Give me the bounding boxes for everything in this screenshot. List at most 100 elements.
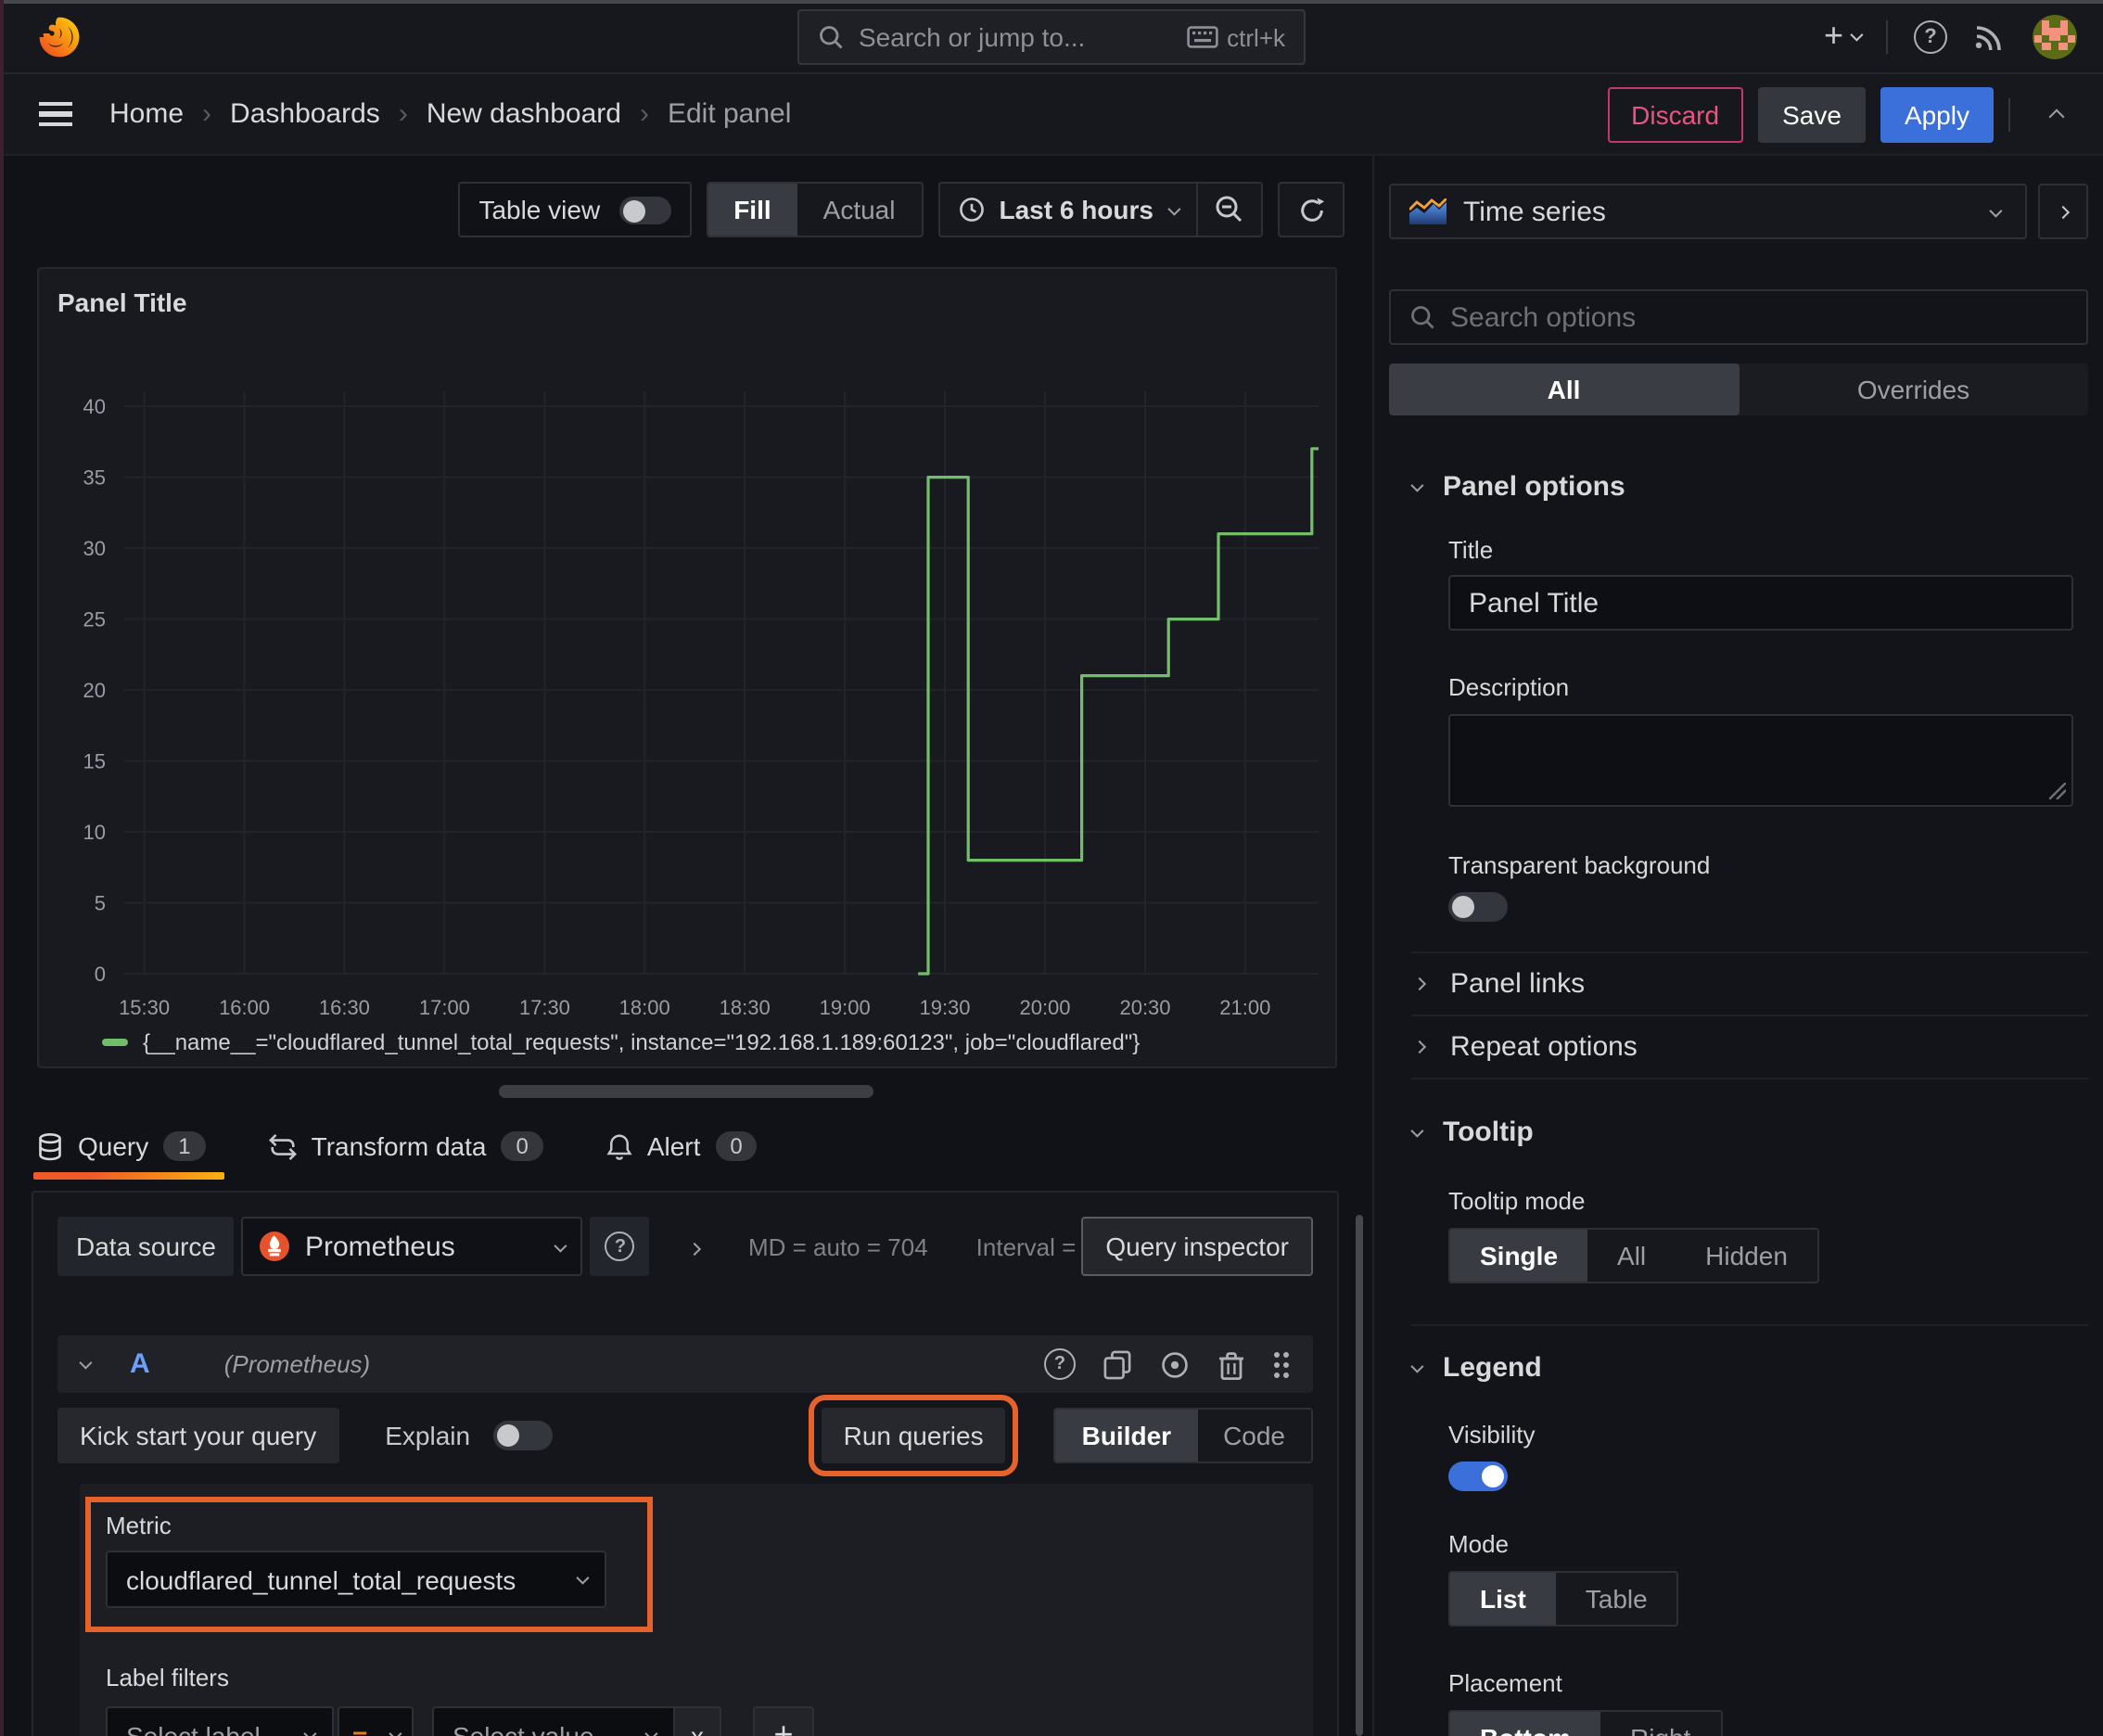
breadcrumb-home[interactable]: Home	[109, 98, 184, 130]
description-textarea[interactable]	[1448, 714, 2073, 807]
panel-title-input[interactable]: Panel Title	[1448, 575, 2073, 631]
select-value-dropdown[interactable]: Select value	[432, 1706, 673, 1736]
alert-count-badge: 0	[715, 1131, 758, 1161]
tooltip-mode-all[interactable]: All	[1587, 1230, 1676, 1282]
query-count-badge: 1	[163, 1131, 206, 1161]
new-button[interactable]: +	[1824, 17, 1864, 56]
delete-query-icon[interactable]	[1218, 1349, 1244, 1379]
tooltip-section-header[interactable]: Tooltip	[1410, 1117, 2088, 1148]
tab-all[interactable]: All	[1389, 364, 1739, 415]
tab-transform-data[interactable]: Transform data 0	[268, 1131, 543, 1176]
collapse-options-pane-icon[interactable]	[2036, 90, 2077, 138]
breadcrumb-new-dashboard[interactable]: New dashboard	[427, 98, 621, 130]
search-placeholder: Search or jump to...	[859, 22, 1086, 52]
explain-label: Explain	[385, 1421, 471, 1450]
panel-resize-handle[interactable]	[499, 1085, 873, 1098]
series-color-swatch[interactable]	[102, 1039, 128, 1046]
svg-text:21:00: 21:00	[1219, 996, 1270, 1019]
tab-query[interactable]: Query 1	[33, 1131, 224, 1180]
zoom-out-button[interactable]	[1198, 184, 1261, 236]
options-search-input[interactable]: Search options	[1389, 289, 2088, 345]
discard-button[interactable]: Discard	[1607, 86, 1744, 142]
legend-mode-list[interactable]: List	[1450, 1573, 1556, 1625]
all-overrides-tabs: All Overrides	[1389, 364, 2088, 415]
explain-toggle[interactable]	[492, 1421, 553, 1450]
panel-links-section[interactable]: Panel links	[1411, 953, 2088, 1015]
code-option[interactable]: Code	[1197, 1410, 1311, 1462]
legend-placement-right[interactable]: Right	[1600, 1712, 1720, 1736]
time-range-picker[interactable]: Last 6 hours	[940, 195, 1197, 224]
builder-option[interactable]: Builder	[1055, 1410, 1198, 1462]
breadcrumb-edit-panel: Edit panel	[667, 98, 792, 130]
datasource-help-button[interactable]: ?	[590, 1217, 650, 1276]
query-actions-row: Kick start your query Explain Run querie…	[57, 1395, 1313, 1476]
resize-grip-icon[interactable]	[2049, 783, 2066, 799]
metric-select[interactable]: cloudflared_tunnel_total_requests	[106, 1551, 606, 1608]
apply-button[interactable]: Apply	[1880, 86, 1994, 142]
tab-overrides[interactable]: Overrides	[1739, 364, 2088, 415]
series-legend-label[interactable]: {__name__="cloudflared_tunnel_total_requ…	[143, 1029, 1140, 1055]
transform-count-badge: 0	[501, 1131, 543, 1161]
breadcrumb-separator: ›	[639, 98, 649, 130]
run-queries-button[interactable]: Run queries	[808, 1395, 1019, 1476]
legend-mode-table[interactable]: Table	[1556, 1573, 1677, 1625]
menu-icon[interactable]	[39, 102, 72, 126]
transparent-background-toggle[interactable]	[1448, 892, 1508, 922]
svg-text:15:30: 15:30	[119, 996, 170, 1019]
grafana-logo-icon[interactable]	[37, 14, 82, 58]
global-search-input[interactable]: Search or jump to... ctrl+k	[797, 9, 1306, 65]
query-help-icon[interactable]: ?	[1044, 1348, 1076, 1380]
actual-option[interactable]: Actual	[797, 184, 922, 236]
help-icon[interactable]: ?	[1914, 19, 1947, 53]
panel-options-pane: Time series Search options All Overrides…	[1372, 156, 2103, 1736]
table-view-toggle[interactable]	[618, 196, 671, 223]
legend-visibility-toggle[interactable]	[1448, 1462, 1508, 1491]
operator-dropdown[interactable]: =	[338, 1706, 414, 1736]
tooltip-mode-hidden[interactable]: Hidden	[1676, 1230, 1817, 1282]
visualization-picker[interactable]: Time series	[1389, 184, 2027, 239]
tooltip-mode-single[interactable]: Single	[1450, 1230, 1588, 1282]
hide-response-eye-icon[interactable]	[1159, 1349, 1191, 1379]
duplicate-query-icon[interactable]	[1103, 1349, 1131, 1379]
kick-start-query-button[interactable]: Kick start your query	[57, 1408, 339, 1463]
table-view-control[interactable]: Table view	[458, 182, 692, 237]
legend-section-header[interactable]: Legend	[1410, 1352, 2088, 1384]
tab-alert-label: Alert	[646, 1131, 701, 1161]
query-a-header[interactable]: A (Prometheus) ?	[57, 1335, 1313, 1393]
add-filter-button[interactable]: +	[753, 1706, 814, 1736]
user-avatar[interactable]	[2033, 14, 2077, 58]
panel-view-toolbar: Table view Fill Actual Last 6 hours	[0, 182, 1345, 237]
query-options-toggle-icon[interactable]	[688, 1230, 703, 1263]
select-label-dropdown[interactable]: Select label	[106, 1706, 334, 1736]
datasource-picker[interactable]: Prometheus	[241, 1217, 583, 1276]
drag-handle-icon[interactable]	[1272, 1349, 1291, 1379]
query-ref-id: A	[130, 1348, 150, 1380]
save-button[interactable]: Save	[1758, 86, 1866, 142]
left-pane-scrollbar[interactable]	[1356, 1215, 1363, 1736]
repeat-options-section[interactable]: Repeat options	[1411, 1016, 2088, 1078]
repeat-options-label: Repeat options	[1450, 1031, 1638, 1063]
explain-control: Explain	[385, 1421, 553, 1450]
svg-text:10: 10	[83, 821, 106, 844]
panel-options-header[interactable]: Panel options	[1410, 471, 2088, 503]
title-label: Title	[1448, 536, 1494, 564]
query-inspector-button[interactable]: Query inspector	[1081, 1217, 1313, 1276]
svg-text:35: 35	[83, 466, 106, 490]
refresh-button[interactable]	[1278, 182, 1345, 237]
label-filter-row: Select label = Select value x +	[106, 1706, 1287, 1736]
tab-alert[interactable]: Alert 0	[606, 1131, 758, 1176]
svg-text:20:00: 20:00	[1019, 996, 1070, 1019]
timeseries-chart[interactable]: 15:30 16:00 16:30 17:00 17:30 18:00 18:30 19:00…	[54, 321, 1337, 1040]
actions-divider	[2008, 97, 2010, 131]
query-options-summary[interactable]: MD = auto = 704 Interval = 30s	[748, 1232, 1122, 1260]
fill-option[interactable]: Fill	[707, 184, 797, 236]
legend-placement-bottom[interactable]: Bottom	[1450, 1712, 1600, 1736]
viz-suggestions-button[interactable]	[2038, 184, 2088, 239]
breadcrumb-dashboards[interactable]: Dashboards	[230, 98, 380, 130]
query-collapse-icon[interactable]	[79, 1356, 93, 1370]
svg-text:17:00: 17:00	[419, 996, 470, 1019]
remove-filter-button[interactable]: x	[673, 1706, 721, 1736]
news-rss-icon[interactable]	[1973, 19, 2007, 53]
grafana-app: Search or jump to... ctrl+k + ? Home › D…	[0, 0, 2103, 1736]
legend-mode-label: Mode	[1448, 1530, 1510, 1558]
